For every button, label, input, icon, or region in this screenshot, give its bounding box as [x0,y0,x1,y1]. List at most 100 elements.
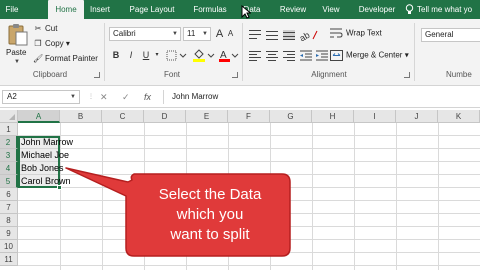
middle-align-icon[interactable] [266,30,278,40]
column-header-e[interactable]: E [186,110,228,123]
column-header-f[interactable]: F [228,110,270,123]
column-header-j[interactable]: J [396,110,438,123]
gridline [396,123,397,270]
name-box-value: A2 [7,92,17,101]
tab-review[interactable]: Review [276,0,310,19]
cut-label: Cut [45,24,58,33]
row-header-1[interactable]: 1 [0,123,18,136]
tab-developer[interactable]: Developer [354,0,400,19]
orientation-icon[interactable]: ab [300,29,318,41]
italic-button[interactable]: I [125,48,137,62]
format-painter-label: Format Painter [45,54,98,63]
grow-font-button[interactable]: A [214,27,225,41]
decrease-indent-icon[interactable] [300,50,313,62]
row-header-10[interactable]: 10 [0,240,18,253]
number-format-value: General [425,30,454,39]
merge-center-button[interactable]: Merge & Center ▾ [330,50,409,61]
row-header-5[interactable]: 5 [0,175,18,188]
tab-insert[interactable]: Insert [86,0,114,19]
tab-file[interactable]: File [0,0,24,19]
wrap-text-icon [330,28,343,38]
wrap-text-button[interactable]: Wrap Text [330,28,382,39]
font-color-icon[interactable]: A [218,48,240,62]
underline-dropdown-icon[interactable]: ▾ [153,48,161,62]
borders-icon[interactable] [166,50,188,61]
alignment-group-label: Alignment [311,70,347,79]
gridline [102,123,103,270]
insert-function-button[interactable]: fx [144,90,151,104]
fill-color-icon[interactable] [192,48,216,62]
cell-a4[interactable]: Bob Jones [21,162,64,175]
alignment-launcher-icon[interactable] [404,72,410,78]
gridline [18,174,480,175]
font-launcher-icon[interactable] [232,72,238,78]
column-header-c[interactable]: C [102,110,144,123]
copy-icon: ❐ [34,39,42,48]
paste-icon[interactable] [7,23,29,47]
scissors-icon: ✂ [34,24,42,33]
underline-button[interactable]: U [140,48,152,62]
increase-indent-icon[interactable] [316,50,329,62]
column-header-b[interactable]: B [60,110,102,123]
tab-formulas[interactable]: Formulas [188,0,232,19]
cell-a2[interactable]: John Marrow [21,136,73,149]
row-header-8[interactable]: 8 [0,214,18,227]
row-header-11[interactable]: 11 [0,253,18,266]
formula-input[interactable]: John Marrow [163,90,480,104]
clipboard-launcher-icon[interactable] [94,72,100,78]
gridline [18,135,480,136]
cell-a5[interactable]: Carol Brown [21,175,71,188]
shrink-font-button[interactable]: A [226,27,235,41]
align-left-icon[interactable] [249,51,261,61]
chevron-down-icon: ▼ [202,31,208,37]
name-box[interactable]: A2 ▼ [2,90,80,104]
bold-button[interactable]: B [110,48,122,62]
select-all-button[interactable] [0,110,18,123]
align-center-icon[interactable] [266,51,278,61]
tab-page-layout[interactable]: Page Layout [124,0,180,19]
tell-me-box[interactable]: Tell me what yo [405,0,472,19]
chevron-down-icon: ▼ [172,31,178,37]
tab-home[interactable]: Home [48,0,84,19]
column-header-k[interactable]: K [438,110,480,123]
column-header-a[interactable]: A [18,110,60,123]
top-align-icon[interactable] [249,30,261,40]
column-header-d[interactable]: D [144,110,186,123]
number-format-combo[interactable]: General [421,28,480,42]
group-divider [104,23,105,81]
row-header-6[interactable]: 6 [0,188,18,201]
callout-line-3: want to split [170,226,250,243]
ribbon-tab-bar: File Home Insert Page Layout Formulas Da… [0,0,480,19]
font-size-combo[interactable]: 11 ▼ [183,27,211,41]
row-header-2[interactable]: 2 [0,136,18,149]
format-painter-button[interactable]: 🖌 Format Painter [33,54,98,63]
tab-view[interactable]: View [318,0,344,19]
cancel-icon[interactable]: ✕ [100,90,108,104]
row-header-9[interactable]: 9 [0,227,18,240]
ribbon-home: Paste ▼ ✂ Cut ❐ Copy ▾ 🖌 Format Painter Cli… [0,19,480,86]
paste-button[interactable]: Paste [6,48,26,57]
wrap-text-label: Wrap Text [346,28,382,38]
enter-icon[interactable]: ✓ [122,90,130,104]
number-group-label: Numbe [446,70,472,79]
fill-handle[interactable] [57,185,62,190]
more-icon: ⋮ [88,94,94,100]
align-right-icon[interactable] [283,51,295,61]
row-header-4[interactable]: 4 [0,162,18,175]
cell-a3[interactable]: Michael Joe [21,149,69,162]
lightbulb-icon [405,4,414,14]
cut-button[interactable]: ✂ Cut [33,24,58,33]
bottom-align-icon[interactable] [283,30,295,40]
column-header-i[interactable]: I [354,110,396,123]
copy-button[interactable]: ❐ Copy ▾ [33,39,70,48]
column-header-h[interactable]: H [312,110,354,123]
callout-line-2: which you [176,206,244,223]
paste-dropdown-icon[interactable]: ▼ [14,59,20,65]
column-header-g[interactable]: G [270,110,312,123]
callout-line-1: Select the Data [158,186,262,203]
row-header-3[interactable]: 3 [0,149,18,162]
row-header-7[interactable]: 7 [0,201,18,214]
formula-bar: A2 ▼ ⋮ ✕ ✓ fx John Marrow [0,86,480,108]
font-name-combo[interactable]: Calibri ▼ [109,27,181,41]
gridline [18,252,480,253]
